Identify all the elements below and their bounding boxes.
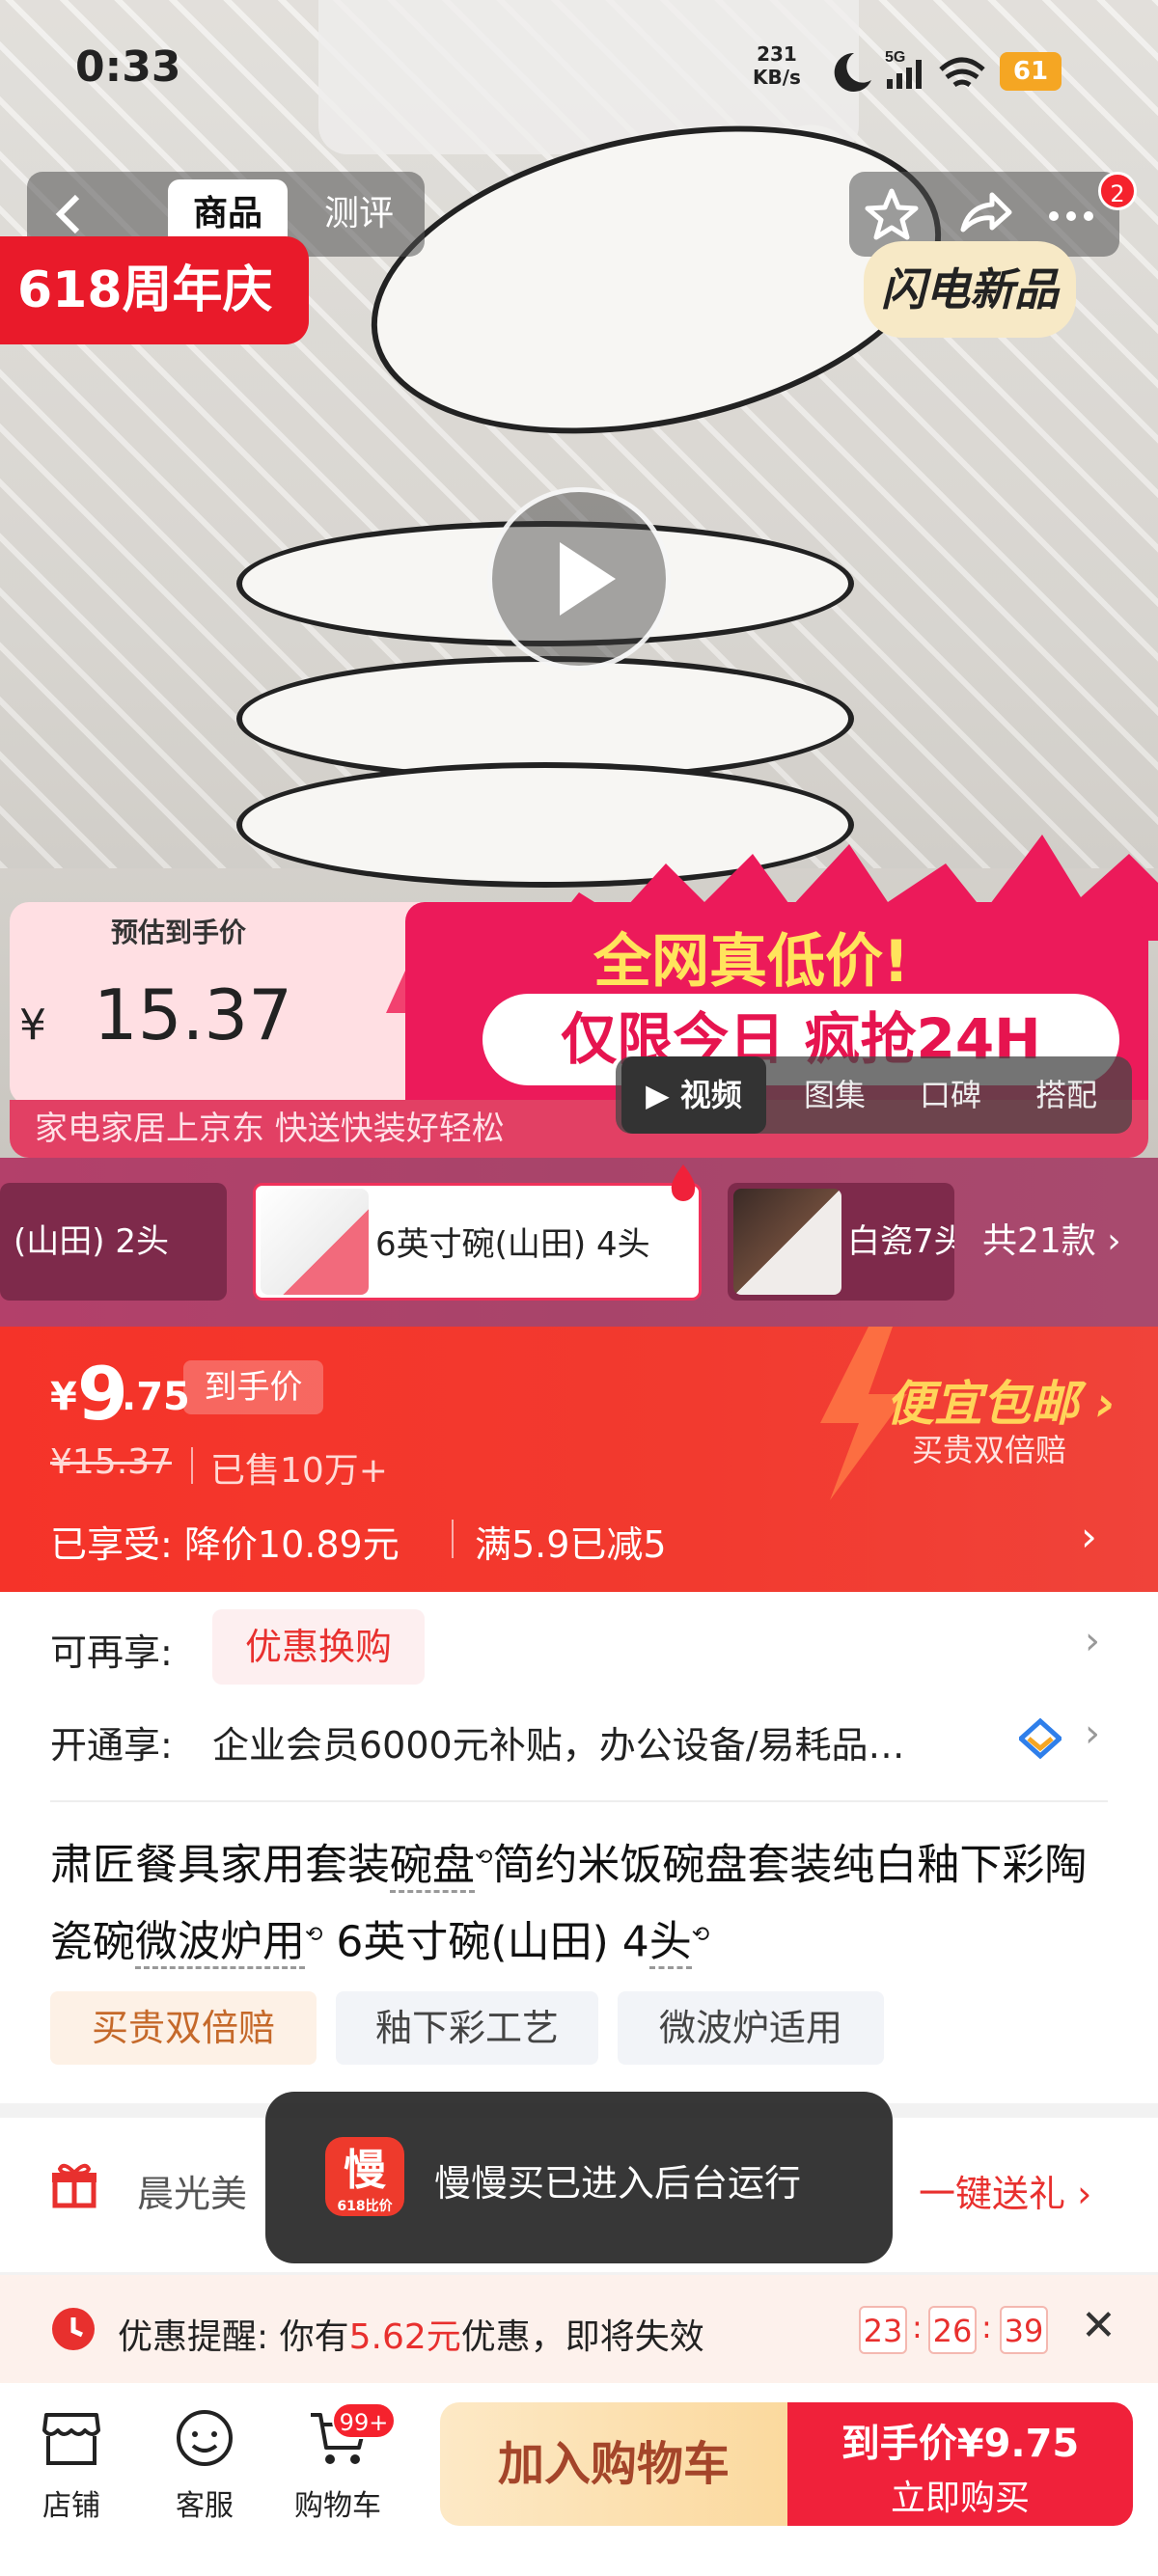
estimated-price: ¥ 15.37 [19, 974, 293, 1055]
countdown-hours: 23 [859, 2306, 907, 2354]
tab-gallery[interactable]: 图集 [782, 1056, 888, 1134]
network-type: 5G [885, 49, 905, 66]
enjoyed-discount[interactable]: 已享受: 降价10.89元 [50, 1515, 400, 1568]
feature-chip[interactable]: 微波炉适用 [618, 1991, 884, 2065]
sku-thumbnail [261, 1189, 369, 1295]
customer-service-icon[interactable] [174, 2407, 235, 2469]
add-to-cart-button[interactable]: 加入购物车 [440, 2402, 787, 2526]
timer-separator: : [912, 2309, 923, 2345]
price-guarantee: 买贵双倍赔 [912, 1432, 1067, 1468]
message-badge: 2 [1098, 172, 1137, 210]
chevron-right-icon[interactable]: › [1081, 1513, 1097, 1560]
final-price-tag: 到手价 [183, 1360, 323, 1414]
app-logo-icon: 慢 618比价 [325, 2137, 404, 2216]
membership-label: 开通享: [50, 1724, 173, 1767]
divider [452, 1520, 454, 1558]
new-product-tag: 闪电新品 [864, 241, 1076, 338]
promo-tag: 618周年庆 [0, 236, 309, 344]
gift-text: 晨光美 [137, 2173, 248, 2215]
sold-count: 已售10万+ [210, 1451, 388, 1491]
countdown-seconds: 39 [1000, 2306, 1048, 2354]
search-keyword-link[interactable]: 微波炉用 [135, 1917, 305, 1970]
exchange-offer-button[interactable]: 优惠换购 [212, 1609, 425, 1685]
membership-offer[interactable]: 企业会员6000元补贴，办公设备/易耗品… [212, 1715, 905, 1768]
feature-chip[interactable]: 釉下彩工艺 [336, 1991, 598, 2065]
feature-chip[interactable]: 买贵双倍赔 [50, 1991, 317, 2065]
customer-service-label[interactable]: 客服 [166, 2481, 243, 2524]
sku-option[interactable]: (山田) 2头 [0, 1183, 227, 1301]
play-video-button[interactable] [487, 487, 671, 671]
signal-icon [887, 79, 893, 89]
countdown-minutes: 26 [928, 2306, 977, 2354]
tab-review[interactable]: 测评 [299, 179, 419, 249]
status-icons: 5G [834, 49, 985, 92]
cart-count-badge: 99+ [332, 2402, 396, 2439]
toast-message: 慢慢买已进入后台运行 [434, 2162, 802, 2205]
price-currency: ¥ [50, 1375, 77, 1419]
reminder-text: 优惠提醒: 你有5.62元优惠，即将失效 [118, 2317, 704, 2357]
search-keyword-link[interactable]: 碗盘 [390, 1840, 475, 1893]
more-offers-label: 可再享: [50, 1631, 173, 1674]
gift-icon [52, 2163, 96, 2208]
free-shipping-link[interactable]: 便宜包邮 › [886, 1365, 1116, 1435]
tab-video[interactable]: ▶ 视频 [621, 1056, 766, 1134]
sku-total-link[interactable]: 共21款 › [982, 1183, 1121, 1301]
tab-match[interactable]: 搭配 [1013, 1056, 1119, 1134]
more-icon[interactable] [1042, 185, 1100, 243]
star-icon[interactable] [863, 185, 921, 243]
search-keyword-link[interactable]: 头 [648, 1917, 692, 1970]
estimated-price-label: 预估到手价 [111, 917, 247, 948]
hot-drop-icon [671, 1165, 696, 1201]
cart-label[interactable]: 购物车 [290, 2481, 386, 2524]
original-price: ¥15.37 [50, 1442, 172, 1482]
moon-icon [834, 52, 871, 92]
buy-price-label[interactable]: 到手价¥9.75 [787, 2412, 1133, 2468]
enterprise-icon [1019, 1717, 1062, 1760]
sku-thumbnail [733, 1189, 841, 1295]
status-time: 0:33 [75, 42, 181, 92]
store-icon[interactable] [41, 2407, 102, 2469]
price-decimal: .75 [122, 1375, 190, 1419]
close-icon[interactable]: ✕ [1081, 2301, 1117, 2350]
chevron-right-icon[interactable]: › [1085, 1619, 1100, 1663]
price-integer: 9 [77, 1351, 128, 1437]
tab-reputation[interactable]: 口碑 [897, 1056, 1004, 1134]
product-title: 肃匠餐具家用套装碗盘⟲简约米饭碗盘套装纯白釉下彩陶瓷碗微波炉用⟲ 6英寸碗(山田… [50, 1823, 1121, 1977]
chevron-right-icon[interactable]: › [1085, 1712, 1100, 1756]
network-speed: 231 KB/s [753, 42, 801, 89]
clock-icon [52, 2308, 95, 2350]
divider [191, 1447, 193, 1484]
banner-headline: 全网真低价! [593, 928, 910, 996]
full-reduction[interactable]: 满5.9已减5 [475, 1515, 667, 1568]
wifi-icon [939, 57, 985, 88]
store-label[interactable]: 店铺 [33, 2481, 110, 2524]
timer-separator: : [981, 2309, 992, 2345]
play-icon [560, 542, 616, 616]
send-gift-link[interactable]: 一键送礼 › [919, 2164, 1091, 2217]
share-icon[interactable] [955, 185, 1013, 243]
battery-indicator: 61 [1000, 52, 1062, 91]
buy-now-label[interactable]: 立即购买 [787, 2470, 1133, 2520]
divider [50, 1800, 1108, 1802]
